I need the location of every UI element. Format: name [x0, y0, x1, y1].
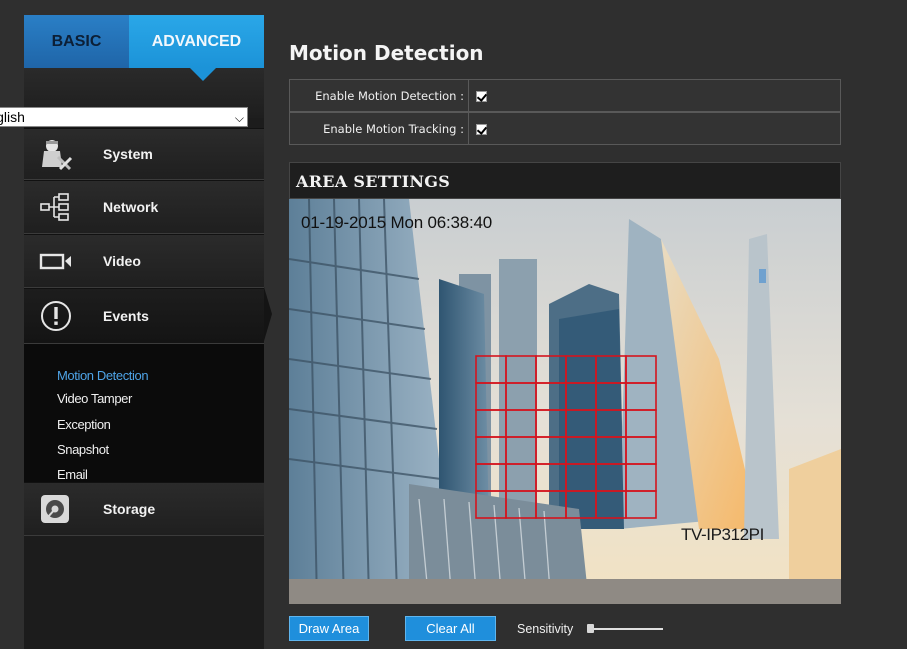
events-submenu: Motion Detection Video Tamper Exception …	[24, 344, 264, 482]
chevron-down-icon: ⌵	[234, 111, 244, 125]
sidebar-item-storage-label: Storage	[103, 501, 156, 517]
sensitivity-slider-track[interactable]	[587, 628, 663, 630]
motion-grid-cell[interactable]	[505, 463, 537, 492]
motion-grid-cell[interactable]	[505, 409, 537, 438]
motion-grid-cell[interactable]	[625, 490, 657, 519]
motion-grid-cell[interactable]	[505, 382, 537, 411]
enable-motion-detection-checkbox[interactable]	[476, 91, 487, 102]
sensitivity-label: Sensitivity	[517, 622, 574, 636]
sidebar-item-events[interactable]: Events	[24, 288, 264, 344]
motion-grid-cell[interactable]	[625, 355, 657, 384]
motion-grid-cell[interactable]	[595, 382, 627, 411]
option-row-motion-detection: Enable Motion Detection :	[289, 79, 841, 112]
network-tree-icon	[38, 191, 74, 223]
active-tab-pointer	[190, 68, 216, 81]
tab-basic-label: BASIC	[51, 32, 102, 50]
motion-grid-cell[interactable]	[625, 409, 657, 438]
area-settings-header: AREA SETTINGS	[289, 162, 841, 199]
motion-grid-cell[interactable]	[565, 409, 597, 438]
sidebar-item-system[interactable]: System	[24, 128, 264, 180]
tab-advanced[interactable]: ADVANCED	[129, 15, 264, 68]
sidebar-item-system-label: System	[103, 146, 153, 162]
sensitivity-slider-thumb[interactable]	[587, 624, 594, 633]
submenu-exception[interactable]: Exception	[57, 417, 111, 432]
video-camera-icon	[38, 245, 74, 277]
sidebar-item-storage[interactable]: Storage	[24, 482, 264, 536]
motion-grid-cell[interactable]	[565, 436, 597, 465]
video-preview[interactable]: 01-19-2015 Mon 06:38:40 TV-IP312PI	[289, 199, 841, 604]
sidebar-item-network-label: Network	[103, 199, 159, 215]
language-select[interactable]: English ⌵	[0, 107, 248, 127]
disk-icon	[38, 493, 74, 525]
motion-grid-cell[interactable]	[565, 490, 597, 519]
main-panel: Motion Detection Enable Motion Detection…	[275, 15, 895, 649]
row-divider	[468, 113, 469, 144]
option-row-motion-tracking: Enable Motion Tracking :	[289, 112, 841, 145]
enable-motion-tracking-checkbox[interactable]	[476, 124, 487, 135]
motion-grid-cell[interactable]	[475, 355, 507, 384]
sidebar-item-network[interactable]: Network	[24, 180, 264, 234]
enable-motion-tracking-label: Enable Motion Tracking :	[323, 122, 464, 136]
draw-area-button[interactable]: Draw Area	[289, 616, 369, 641]
clear-all-button[interactable]: Clear All	[405, 616, 496, 641]
submenu-motion-detection[interactable]: Motion Detection	[57, 368, 149, 383]
sidebar-item-video-label: Video	[103, 253, 141, 269]
sidebar-item-events-label: Events	[103, 308, 149, 324]
motion-grid-cell[interactable]	[475, 436, 507, 465]
motion-grid-cell[interactable]	[565, 463, 597, 492]
submenu-snapshot[interactable]: Snapshot	[57, 442, 109, 457]
tab-advanced-label: ADVANCED	[151, 32, 242, 50]
page-title: Motion Detection	[289, 41, 484, 65]
motion-grid-cell[interactable]	[625, 463, 657, 492]
motion-grid-cell[interactable]	[535, 355, 567, 384]
motion-grid-cell[interactable]	[595, 490, 627, 519]
motion-grid-cell[interactable]	[595, 355, 627, 384]
tab-basic[interactable]: BASIC	[24, 15, 129, 68]
motion-grid-cell[interactable]	[595, 463, 627, 492]
motion-grid-cell[interactable]	[625, 382, 657, 411]
motion-grid-cell[interactable]	[505, 355, 537, 384]
motion-grid-cell[interactable]	[475, 409, 507, 438]
motion-area-grid[interactable]	[289, 199, 841, 604]
motion-grid-cell[interactable]	[595, 436, 627, 465]
motion-grid-cell[interactable]	[535, 436, 567, 465]
enable-motion-detection-label: Enable Motion Detection :	[315, 89, 464, 103]
row-divider	[468, 80, 469, 111]
submenu-email[interactable]: Email	[57, 467, 88, 482]
area-settings-title: AREA SETTINGS	[296, 172, 451, 191]
motion-grid-cell[interactable]	[565, 382, 597, 411]
motion-grid-cell[interactable]	[535, 409, 567, 438]
motion-grid-cell[interactable]	[505, 490, 537, 519]
motion-grid-cell[interactable]	[535, 463, 567, 492]
motion-grid-cell[interactable]	[475, 463, 507, 492]
motion-grid-cell[interactable]	[625, 436, 657, 465]
mode-tabs: BASIC ADVANCED	[24, 15, 264, 68]
motion-grid-cell[interactable]	[595, 409, 627, 438]
events-selected-pointer	[264, 287, 272, 341]
motion-grid-cell[interactable]	[475, 490, 507, 519]
exclamation-circle-icon	[38, 300, 74, 332]
app-window: BASIC ADVANCED System Network Video Even…	[0, 0, 907, 649]
motion-grid-cell[interactable]	[535, 382, 567, 411]
motion-grid-cell[interactable]	[565, 355, 597, 384]
motion-grid-cell[interactable]	[505, 436, 537, 465]
submenu-video-tamper[interactable]: Video Tamper	[57, 391, 132, 406]
sidebar-item-video[interactable]: Video	[24, 234, 264, 288]
motion-grid-cell[interactable]	[535, 490, 567, 519]
language-select-value: English	[0, 109, 25, 125]
motion-grid-cell[interactable]	[475, 382, 507, 411]
user-tools-icon	[38, 138, 74, 171]
